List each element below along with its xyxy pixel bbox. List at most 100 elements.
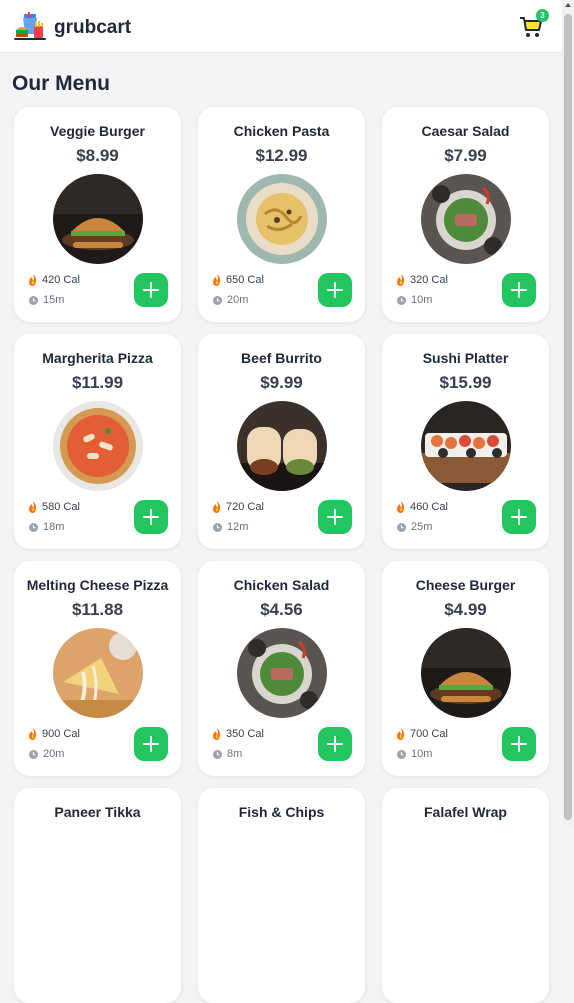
item-name: Margherita Pizza [42, 350, 153, 366]
item-name: Veggie Burger [50, 123, 145, 139]
plus-icon [143, 509, 159, 525]
calories-text: 460 Cal [410, 501, 448, 513]
flame-icon [29, 274, 37, 286]
add-to-cart-button[interactable] [134, 273, 168, 307]
item-name: Sushi Platter [422, 350, 509, 366]
food-image [237, 401, 327, 491]
clock-icon [397, 295, 406, 305]
calories-text: 320 Cal [410, 274, 448, 286]
add-to-cart-button[interactable] [318, 727, 352, 761]
section-title: Our Menu [12, 72, 110, 95]
time-info: 8m [213, 748, 242, 760]
menu-card[interactable]: Falafel Wrap [382, 788, 549, 1003]
calories-info: 420 Cal [28, 274, 80, 286]
flame-icon [213, 501, 221, 513]
calories-text: 900 Cal [42, 728, 80, 740]
clock-icon [29, 749, 38, 759]
calories-text: 350 Cal [226, 728, 264, 740]
item-name: Falafel Wrap [424, 804, 507, 820]
add-to-cart-button[interactable] [134, 727, 168, 761]
page-scrollbar[interactable] [562, 0, 574, 826]
item-price: $4.99 [444, 600, 487, 619]
food-image [421, 174, 511, 264]
calories-info: 350 Cal [212, 728, 264, 740]
prep-time-text: 12m [227, 521, 249, 533]
flame-icon [397, 274, 405, 286]
add-to-cart-button[interactable] [318, 500, 352, 534]
menu-card[interactable]: Paneer Tikka [14, 788, 181, 1003]
prep-time-text: 18m [43, 521, 65, 533]
add-to-cart-button[interactable] [502, 273, 536, 307]
calories-text: 720 Cal [226, 501, 264, 513]
item-name: Fish & Chips [238, 804, 325, 820]
time-info: 10m [397, 748, 432, 760]
plus-icon [327, 282, 343, 298]
prep-time-text: 8m [227, 748, 243, 760]
calories-info: 460 Cal [396, 501, 448, 513]
calories-info: 700 Cal [396, 728, 448, 740]
item-price: $4.56 [260, 600, 303, 619]
item-name: Beef Burrito [241, 350, 322, 366]
menu-card[interactable]: Veggie Burger $8.99 420 Cal 15m [14, 107, 181, 322]
add-to-cart-button[interactable] [502, 500, 536, 534]
prep-time-text: 20m [43, 748, 65, 760]
clock-icon [213, 295, 222, 305]
calories-info: 320 Cal [396, 274, 448, 286]
clock-icon [29, 295, 38, 305]
item-name: Melting Cheese Pizza [26, 577, 169, 593]
menu-card[interactable]: Beef Burrito $9.99 720 Cal 12m [198, 334, 365, 549]
calories-text: 700 Cal [410, 728, 448, 740]
prep-time-text: 25m [411, 521, 433, 533]
scroll-up-arrow-icon[interactable] [565, 3, 571, 7]
clock-icon [397, 749, 406, 759]
calories-text: 650 Cal [226, 274, 264, 286]
calories-info: 580 Cal [28, 501, 80, 513]
clock-icon [397, 522, 406, 532]
menu-card[interactable]: Chicken Pasta $12.99 650 Cal 20m [198, 107, 365, 322]
menu-card[interactable]: Chicken Salad $4.56 350 Cal 8m [198, 561, 365, 776]
app-header: grubcart 3 [0, 0, 562, 53]
add-to-cart-button[interactable] [318, 273, 352, 307]
item-price: $12.99 [255, 146, 308, 165]
scrollbar-thumb[interactable] [564, 14, 572, 820]
plus-icon [327, 509, 343, 525]
menu-card[interactable]: Fish & Chips [198, 788, 365, 1003]
prep-time-text: 10m [411, 748, 433, 760]
food-image [53, 628, 143, 718]
prep-time-text: 10m [411, 294, 433, 306]
menu-card[interactable]: Margherita Pizza $11.99 580 Cal 18m [14, 334, 181, 549]
time-info: 25m [397, 521, 432, 533]
add-to-cart-button[interactable] [502, 727, 536, 761]
time-info: 10m [397, 294, 432, 306]
food-image [53, 174, 143, 264]
time-info: 12m [213, 521, 248, 533]
menu-card[interactable]: Cheese Burger $4.99 700 Cal 10m [382, 561, 549, 776]
plus-icon [511, 509, 527, 525]
plus-icon [511, 282, 527, 298]
plus-icon [511, 736, 527, 752]
clock-icon [29, 522, 38, 532]
menu-card[interactable]: Sushi Platter $15.99 460 Cal 25m [382, 334, 549, 549]
item-price: $11.88 [71, 600, 124, 619]
plus-icon [327, 736, 343, 752]
time-info: 15m [29, 294, 64, 306]
menu-card[interactable]: Melting Cheese Pizza $11.88 900 Cal 20m [14, 561, 181, 776]
item-name: Cheese Burger [415, 577, 516, 593]
clock-icon [213, 749, 222, 759]
item-price: $9.99 [260, 373, 303, 392]
item-price: $11.99 [71, 373, 124, 392]
plus-icon [143, 282, 159, 298]
plus-icon [143, 736, 159, 752]
calories-text: 420 Cal [42, 274, 80, 286]
food-image [53, 401, 143, 491]
item-name: Chicken Salad [233, 577, 330, 593]
item-name: Caesar Salad [421, 123, 510, 139]
calories-info: 900 Cal [28, 728, 80, 740]
menu-card[interactable]: Caesar Salad $7.99 320 Cal 10m [382, 107, 549, 322]
food-image [237, 174, 327, 264]
brand-name[interactable]: grubcart [54, 17, 131, 39]
food-image [421, 401, 511, 491]
calories-info: 720 Cal [212, 501, 264, 513]
food-logo-icon[interactable] [14, 12, 46, 42]
add-to-cart-button[interactable] [134, 500, 168, 534]
